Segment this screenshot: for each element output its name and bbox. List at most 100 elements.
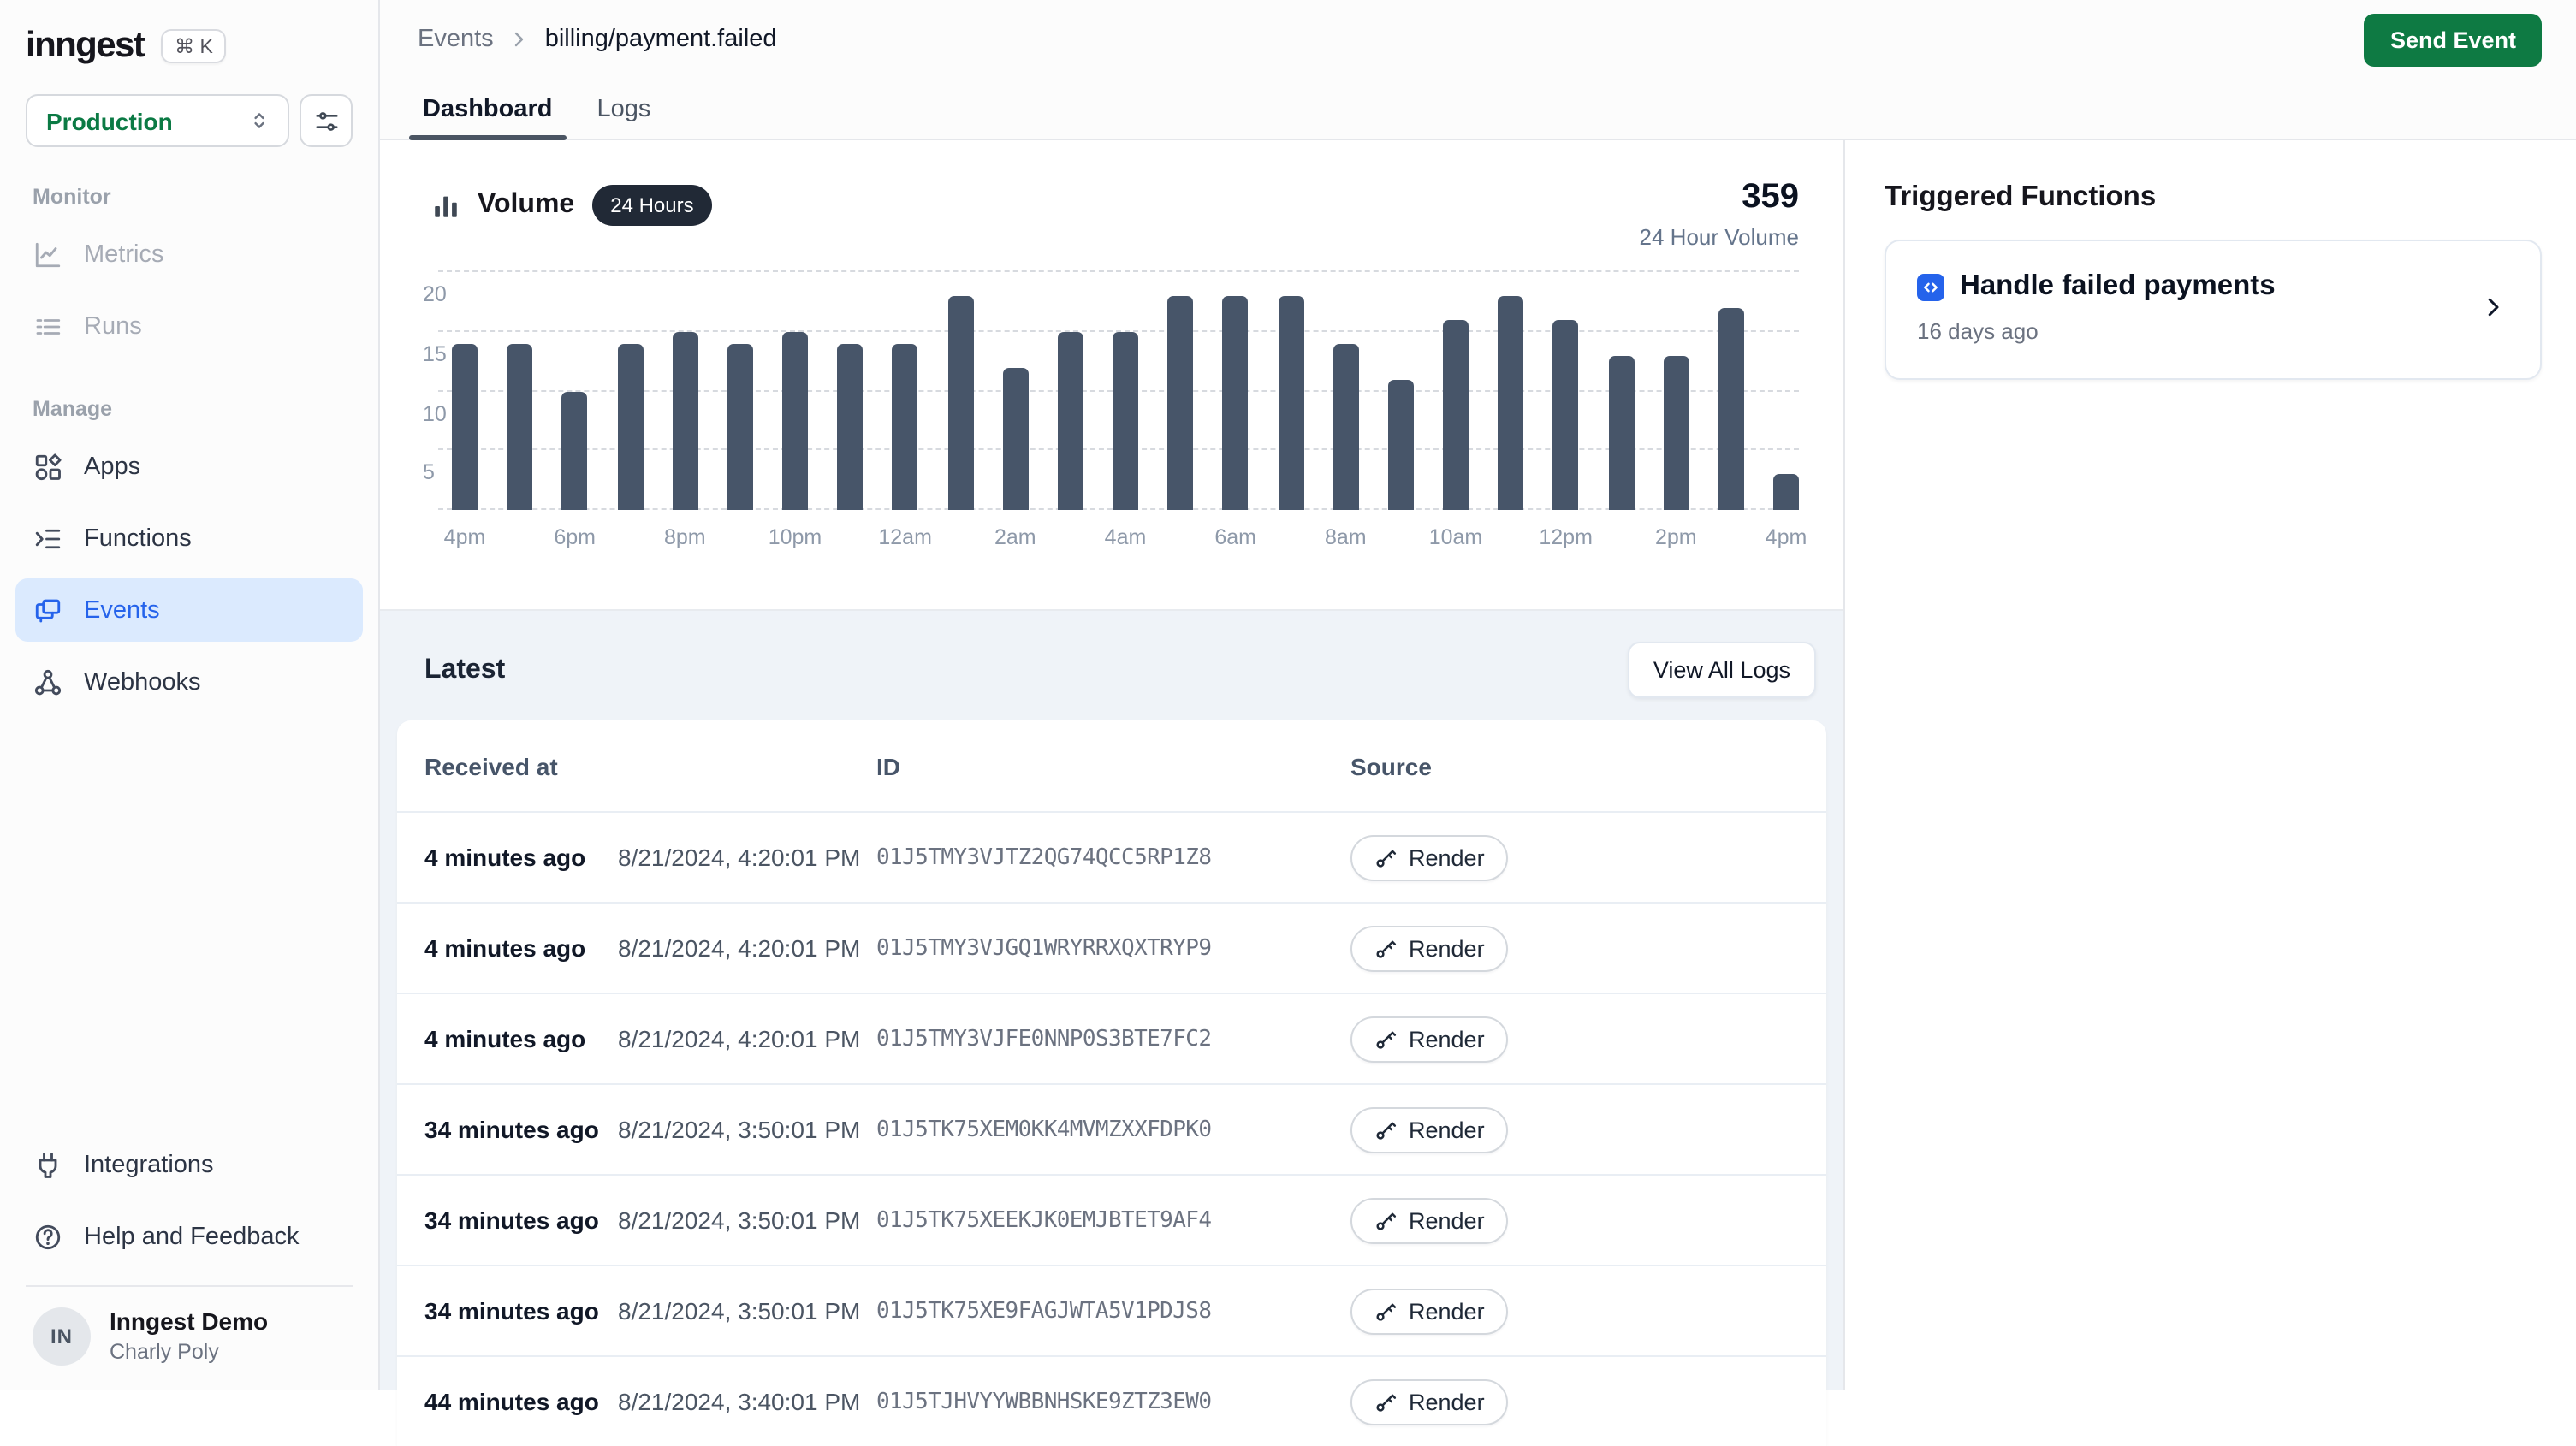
volume-bar[interactable] [1333, 344, 1358, 510]
volume-bar[interactable] [1058, 332, 1083, 510]
view-all-logs-button[interactable]: View All Logs [1628, 642, 1816, 698]
sidebar-item-integrations[interactable]: Integrations [15, 1133, 363, 1196]
sidebar-item-events[interactable]: Events [15, 578, 363, 642]
sidebar-item-webhooks[interactable]: Webhooks [15, 650, 363, 714]
volume-bar[interactable] [1223, 297, 1249, 510]
received-relative-time: 34 minutes ago [424, 1116, 618, 1143]
time-range-badge[interactable]: 24 Hours [591, 185, 712, 226]
event-id: 01J5TMY3VJGQ1WRYRRXQXTRYP9 [876, 935, 1350, 961]
function-name: Handle failed payments [1960, 270, 2276, 303]
latest-table: Received at ID Source 4 minutes ago 8/21… [397, 720, 1826, 1446]
volume-total: 359 [1640, 178, 1799, 217]
volume-bar[interactable] [1443, 320, 1469, 510]
environment-settings-button[interactable] [300, 94, 353, 147]
volume-bar[interactable] [1167, 297, 1193, 510]
volume-bar[interactable] [562, 391, 588, 510]
volume-bar[interactable] [672, 332, 697, 510]
source-label: Render [1409, 935, 1485, 961]
table-row[interactable]: 34 minutes ago 8/21/2024, 3:50:01 PM 01J… [397, 1174, 1826, 1265]
source-render-badge[interactable]: Render [1350, 1378, 1509, 1425]
received-datetime: 8/21/2024, 4:20:01 PM [618, 1025, 876, 1052]
x-axis-tick-label: 8am [1325, 525, 1367, 549]
apps-shapes-icon [33, 451, 63, 482]
latest-section: Latest View All Logs Received at ID Sour… [380, 611, 1843, 1390]
volume-bar[interactable] [727, 344, 753, 510]
table-row[interactable]: 4 minutes ago 8/21/2024, 4:20:01 PM 01J5… [397, 993, 1826, 1083]
event-id: 01J5TJHVYYWBBNHSKE9ZTZ3EW0 [876, 1389, 1350, 1414]
sliders-icon [312, 107, 340, 134]
column-id: ID [876, 752, 1350, 779]
sidebar-item-apps[interactable]: Apps [15, 435, 363, 498]
breadcrumb: Events billing/payment.failed [418, 26, 777, 53]
sidebar-item-functions[interactable]: Functions [15, 507, 363, 570]
volume-bar[interactable] [617, 344, 643, 510]
volume-bar[interactable] [1002, 368, 1028, 510]
sidebar-item-label: Metrics [84, 240, 163, 268]
table-row[interactable]: 4 minutes ago 8/21/2024, 4:20:01 PM 01J5… [397, 902, 1826, 993]
key-icon [1374, 937, 1397, 959]
volume-bar[interactable] [1553, 320, 1579, 510]
tab-dashboard[interactable]: Dashboard [419, 79, 556, 139]
x-axis-tick-label: 6pm [554, 525, 596, 549]
chevron-right-icon [2480, 294, 2509, 320]
volume-bar[interactable] [947, 297, 973, 510]
volume-bar[interactable] [782, 332, 808, 510]
volume-bar[interactable] [507, 344, 532, 510]
runs-list-icon [33, 311, 63, 341]
volume-bar[interactable] [1278, 297, 1303, 510]
command-k-shortcut[interactable]: ⌘ K [161, 29, 227, 63]
table-row[interactable]: 4 minutes ago 8/21/2024, 4:20:01 PM 01J5… [397, 811, 1826, 902]
source-render-badge[interactable]: Render [1350, 1288, 1509, 1334]
send-event-button[interactable]: Send Event [2365, 13, 2542, 66]
event-id: 01J5TMY3VJFE0NNP0S3BTE7FC2 [876, 1026, 1350, 1052]
sidebar-item-metrics[interactable]: Metrics [15, 222, 363, 286]
volume-title: Volume [478, 190, 574, 221]
x-axis-tick-label: 2pm [1655, 525, 1697, 549]
volume-bar[interactable] [1113, 332, 1138, 510]
volume-bar[interactable] [1718, 308, 1744, 510]
column-received-at: Received at [424, 752, 876, 779]
bar-chart-icon [431, 191, 460, 220]
user-menu[interactable]: IN Inngest Demo Charly Poly [15, 1287, 363, 1390]
breadcrumb-events-link[interactable]: Events [418, 26, 494, 53]
tab-logs[interactable]: Logs [594, 79, 655, 139]
chevron-right-icon [509, 29, 530, 50]
source-render-badge[interactable]: Render [1350, 1197, 1509, 1243]
key-icon [1374, 1300, 1397, 1322]
sidebar-item-label: Apps [84, 453, 140, 480]
table-row[interactable]: 34 minutes ago 8/21/2024, 3:50:01 PM 01J… [397, 1083, 1826, 1174]
event-id: 01J5TK75XE9FAGJWTA5V1PDJS8 [876, 1298, 1350, 1324]
x-axis-tick-label: 4am [1105, 525, 1147, 549]
key-icon [1374, 1209, 1397, 1231]
table-row[interactable]: 44 minutes ago 8/21/2024, 3:40:01 PM 01J… [397, 1355, 1826, 1446]
volume-chart-plot: 51015204pm6pm8pm10pm12am2am4am6am8am10am… [452, 257, 1799, 510]
source-render-badge[interactable]: Render [1350, 1106, 1509, 1153]
source-render-badge[interactable]: Render [1350, 925, 1509, 971]
source-render-badge[interactable]: Render [1350, 834, 1509, 880]
function-card[interactable]: Handle failed payments 16 days ago [1885, 240, 2542, 380]
chevrons-up-down-icon [246, 108, 272, 133]
sidebar-item-help[interactable]: Help and Feedback [15, 1205, 363, 1268]
latest-title: Latest [424, 655, 505, 685]
source-label: Render [1409, 1117, 1485, 1142]
volume-bar[interactable] [893, 344, 918, 510]
received-relative-time: 4 minutes ago [424, 1025, 618, 1052]
volume-bar[interactable] [837, 344, 863, 510]
received-datetime: 8/21/2024, 4:20:01 PM [618, 844, 876, 871]
received-relative-time: 34 minutes ago [424, 1297, 618, 1325]
volume-bar[interactable] [1663, 356, 1689, 510]
event-id: 01J5TMY3VJTZ2QG74QCC5RP1Z8 [876, 844, 1350, 870]
volume-bar[interactable] [1498, 297, 1523, 510]
sidebar-item-runs[interactable]: Runs [15, 294, 363, 358]
volume-bar[interactable] [1773, 474, 1799, 510]
volume-bar[interactable] [452, 344, 478, 510]
source-render-badge[interactable]: Render [1350, 1016, 1509, 1062]
help-circle-icon [33, 1221, 63, 1252]
sidebar-item-label: Runs [84, 312, 142, 340]
volume-bar[interactable] [1388, 380, 1414, 510]
table-row[interactable]: 34 minutes ago 8/21/2024, 3:50:01 PM 01J… [397, 1265, 1826, 1355]
environment-select[interactable]: Production [26, 94, 289, 147]
event-id: 01J5TK75XEEKJK0EMJBTET9AF4 [876, 1207, 1350, 1233]
volume-bar[interactable] [1608, 356, 1634, 510]
x-axis-tick-label: 12pm [1539, 525, 1593, 549]
